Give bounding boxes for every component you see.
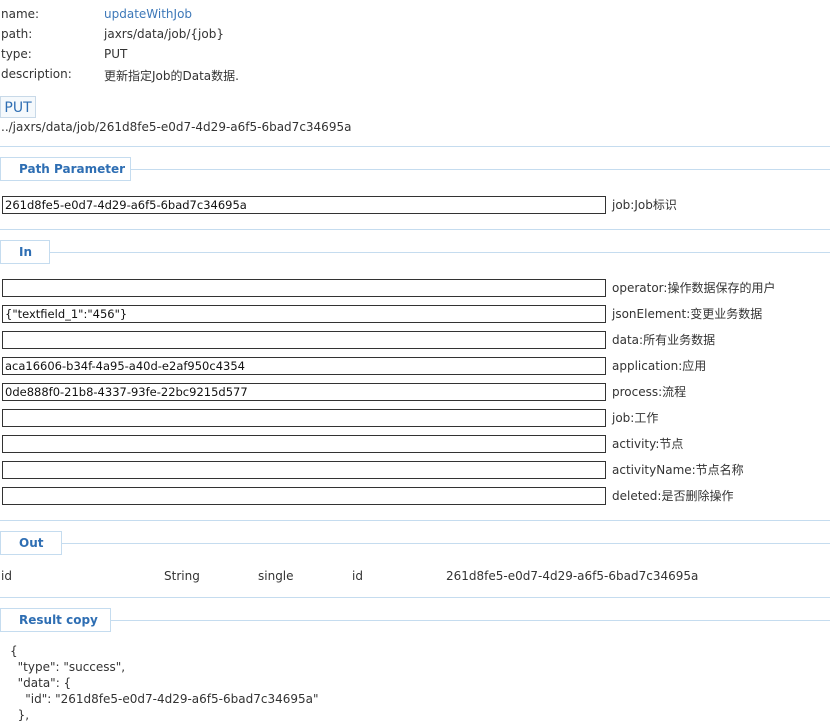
meta-name-label: name: (1, 7, 40, 21)
out-field-multiplicity: single (258, 569, 294, 583)
in-field-label: application:应用 (612, 359, 707, 373)
in-field-input[interactable] (2, 357, 606, 375)
section-divider (50, 252, 830, 253)
meta-type-value: PUT (104, 47, 128, 61)
in-field-label: process:流程 (612, 385, 687, 399)
meta-type-label: type: (1, 47, 32, 61)
in-field-label: activityName:节点名称 (612, 463, 744, 477)
result-json-line: "id": "261d8fe5-e0d7-4d29-a6f5-6bad7c346… (10, 692, 319, 706)
meta-path-value: jaxrs/data/job/{job} (104, 27, 224, 41)
in-field-input[interactable] (2, 279, 606, 297)
in-field-input[interactable] (2, 435, 606, 453)
meta-name-value[interactable]: updateWithJob (104, 7, 192, 21)
path-parameter-field-input[interactable] (2, 196, 606, 214)
section-divider-top (0, 597, 830, 598)
in-field-label: activity:节点 (612, 437, 684, 451)
in-field-label: jsonElement:变更业务数据 (612, 307, 763, 321)
in-field-input[interactable] (2, 331, 606, 349)
in-field-input[interactable] (2, 305, 606, 323)
out-field-description: id (352, 569, 363, 583)
result-json-line: "type": "success", (10, 660, 126, 674)
in-field-label: operator:操作数据保存的用户 (612, 281, 776, 295)
section-divider-top (0, 146, 830, 147)
result-json-line: "data": { (10, 676, 72, 690)
put-button[interactable]: PUT (0, 96, 36, 118)
in-field-input[interactable] (2, 383, 606, 401)
in-field-input[interactable] (2, 487, 606, 505)
meta-description-label: description: (1, 67, 72, 81)
section-tab-in[interactable]: In (0, 240, 50, 264)
section-divider (62, 543, 830, 544)
section-tab-result-copy[interactable]: Result copy (0, 608, 111, 632)
out-field-value: 261d8fe5-e0d7-4d29-a6f5-6bad7c34695a (446, 569, 699, 583)
in-field-input[interactable] (2, 461, 606, 479)
in-field-label: deleted:是否删除操作 (612, 489, 734, 503)
section-divider-top (0, 520, 830, 521)
out-field-type: String (164, 569, 200, 583)
meta-description-value: 更新指定Job的Data数据. (104, 69, 239, 83)
section-divider (131, 169, 830, 170)
request-url: ../jaxrs/data/job/261d8fe5-e0d7-4d29-a6f… (1, 120, 352, 134)
section-tab-path-parameter[interactable]: Path Parameter (0, 157, 131, 181)
meta-path-label: path: (1, 27, 33, 41)
in-field-label: data:所有业务数据 (612, 333, 716, 347)
section-divider (111, 620, 830, 621)
result-json-line: { (10, 644, 18, 658)
section-tab-out[interactable]: Out (0, 531, 62, 555)
section-divider-top (0, 229, 830, 230)
path-parameter-field-label: job:Job标识 (612, 198, 677, 212)
in-field-label: job:工作 (612, 411, 659, 425)
in-field-input[interactable] (2, 409, 606, 427)
out-field-name: id (1, 569, 12, 583)
